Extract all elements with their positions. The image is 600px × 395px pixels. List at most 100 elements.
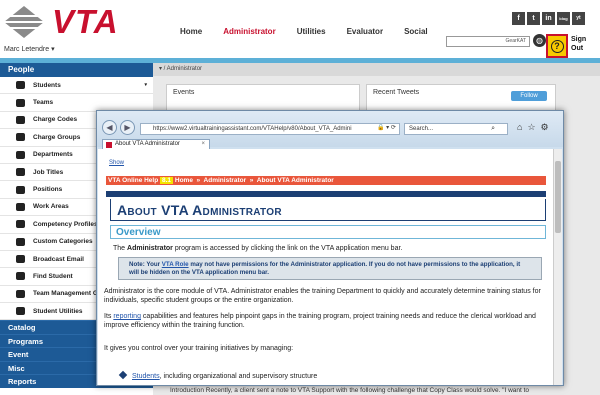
note-text: may not have permissions for the Adminis… bbox=[129, 261, 521, 276]
search-placeholder: Search... bbox=[409, 126, 434, 132]
breadcrumb-home[interactable]: Home bbox=[173, 177, 193, 184]
browser-tab[interactable]: About VTA Administrator × bbox=[102, 139, 210, 149]
team-icon bbox=[16, 289, 25, 298]
help-button[interactable]: ? bbox=[546, 34, 568, 58]
close-icon[interactable]: × bbox=[201, 140, 205, 149]
sidebar-item-label: Departments bbox=[33, 151, 73, 159]
sidebar-item-label: Broadcast Email bbox=[33, 255, 84, 263]
sidebar-item-label: Teams bbox=[33, 99, 54, 107]
sidebar-item-label: Charge Codes bbox=[33, 116, 78, 124]
twitter-icon[interactable]: t bbox=[527, 12, 540, 25]
gear-icon bbox=[16, 307, 25, 316]
help-browser-window: ◀ ▶ https://www2.virtualtrainingassistan… bbox=[96, 110, 564, 386]
gear-icon bbox=[16, 220, 25, 229]
search-icon[interactable]: ⌕ bbox=[491, 124, 495, 134]
reporting-link[interactable]: reporting bbox=[113, 313, 141, 320]
sidebar-heading-people[interactable]: People bbox=[0, 63, 153, 77]
tweets-panel-title: Recent Tweets bbox=[373, 89, 420, 96]
para-text: Its bbox=[104, 313, 114, 320]
list-item: Students, including organizational and s… bbox=[118, 370, 318, 380]
nav-home[interactable]: Home bbox=[180, 27, 202, 36]
sidebar-item-label: Work Areas bbox=[33, 203, 69, 211]
permissions-note: Note: Your VTA Role may not have permiss… bbox=[118, 257, 542, 280]
scrollbar-thumb[interactable] bbox=[555, 161, 561, 233]
user-name: Marc Letendre bbox=[4, 46, 50, 53]
blog-icon[interactable]: blog bbox=[557, 12, 570, 25]
social-links: f t in blog yt bbox=[512, 12, 585, 25]
sidebar-item-label: Team Management G bbox=[33, 290, 98, 298]
nav-evaluator[interactable]: Evaluator bbox=[347, 27, 383, 36]
sidebar-item-label: Find Student bbox=[33, 272, 73, 280]
help-page: Show VTA Online Help 8.1 Home » Administ… bbox=[98, 149, 562, 385]
breadcrumb[interactable]: ▾ / Administrator bbox=[153, 63, 600, 76]
card-icon bbox=[16, 115, 25, 124]
section-heading-overview: Overview bbox=[110, 225, 546, 239]
page-scrollbar[interactable] bbox=[553, 149, 562, 385]
url-text: https://www2.virtualtrainingassistant.co… bbox=[153, 126, 352, 132]
browser-toolbar-icons: ⌂☆⚙ bbox=[517, 122, 554, 133]
bullet-text: , including organizational and superviso… bbox=[159, 373, 318, 380]
sign-out-button[interactable]: Sign Out bbox=[571, 35, 586, 53]
sign-out-label-2: Out bbox=[571, 45, 584, 52]
nav-administrator[interactable]: Administrator bbox=[223, 27, 275, 36]
gear-icon bbox=[16, 202, 25, 211]
breadcrumb-version: 8.1 bbox=[160, 177, 174, 184]
breadcrumb-separator: » bbox=[192, 177, 204, 184]
page-title-box: About VTA Administrator bbox=[110, 199, 546, 221]
facebook-icon[interactable]: f bbox=[512, 12, 525, 25]
twitter-follow-button[interactable]: Follow bbox=[511, 91, 547, 101]
header-search-input[interactable]: GearKAT bbox=[446, 36, 530, 47]
sidebar-item-label: Charge Groups bbox=[33, 133, 81, 141]
mail-icon bbox=[16, 255, 25, 264]
building-icon bbox=[16, 150, 25, 159]
user-menu[interactable]: Marc Letendre ▾ bbox=[4, 45, 55, 53]
intro-text: The bbox=[113, 245, 128, 252]
vta-role-link[interactable]: VTA Role bbox=[162, 261, 189, 268]
top-navigation: Home Administrator Utilities Evaluator S… bbox=[180, 27, 449, 36]
forward-arrow-icon[interactable]: ▶ bbox=[120, 120, 135, 135]
background-article-text: Introduction Recently, a client sent a n… bbox=[170, 387, 530, 394]
sign-out-label-1: Sign bbox=[571, 36, 587, 43]
breadcrumb-current: About VTA Administrator bbox=[256, 177, 334, 184]
browser-toolbar: ◀ ▶ https://www2.virtualtrainingassistan… bbox=[97, 111, 563, 149]
linkedin-icon[interactable]: in bbox=[542, 12, 555, 25]
chevron-down-icon: ▾ bbox=[51, 46, 55, 53]
students-link[interactable]: Students bbox=[132, 373, 160, 380]
person-icon bbox=[16, 272, 25, 281]
browser-search-input[interactable]: Search... ⌕ bbox=[404, 123, 508, 135]
home-icon[interactable]: ⌂ bbox=[517, 122, 527, 132]
para-text: capabilities and features help pinpoint … bbox=[104, 313, 536, 329]
globe-icon[interactable]: ◍ bbox=[533, 34, 546, 47]
control-paragraph: It gives you control over your training … bbox=[104, 345, 294, 352]
team-icon bbox=[16, 98, 25, 107]
star-icon[interactable]: ☆ bbox=[527, 122, 540, 132]
sidebar-item-label: Positions bbox=[33, 186, 63, 194]
nav-utilities[interactable]: Utilities bbox=[297, 27, 326, 36]
help-breadcrumb: VTA Online Help 8.1 Home » Administrator… bbox=[106, 176, 546, 185]
reporting-paragraph: Its reporting capabilities and features … bbox=[104, 312, 544, 330]
show-link[interactable]: Show bbox=[109, 160, 124, 166]
youtube-icon[interactable]: yt bbox=[572, 12, 585, 25]
intro-text: program is accessed by clicking the link… bbox=[172, 245, 403, 252]
help-icon: ? bbox=[550, 40, 564, 53]
logo[interactable]: VTA bbox=[0, 0, 160, 45]
breadcrumb-product: VTA Online Help bbox=[108, 177, 161, 184]
events-panel-title: Events bbox=[173, 89, 195, 96]
breadcrumb-administrator[interactable]: Administrator bbox=[204, 177, 247, 184]
back-arrow-icon[interactable]: ◀ bbox=[102, 120, 117, 135]
nav-social[interactable]: Social bbox=[404, 27, 428, 36]
gear-icon[interactable]: ⚙ bbox=[541, 122, 554, 132]
folder-icon bbox=[16, 237, 25, 246]
intro-bold: Administrator bbox=[127, 245, 173, 252]
intro-paragraph: The Administrator program is accessed by… bbox=[113, 245, 402, 252]
title-rule bbox=[106, 191, 546, 197]
note-text: Note: Your bbox=[129, 261, 162, 268]
address-bar[interactable]: https://www2.virtualtrainingassistant.co… bbox=[140, 123, 400, 135]
bullet-icon bbox=[118, 370, 128, 380]
sidebar-item-label: Students bbox=[33, 81, 61, 89]
tab-label: About VTA Administrator bbox=[115, 141, 180, 147]
sidebar-item-label: Competency Profiles bbox=[33, 220, 98, 228]
sidebar-item-students[interactable]: Students ▾ bbox=[0, 77, 153, 95]
briefcase-icon bbox=[16, 168, 25, 177]
person-icon bbox=[16, 185, 25, 194]
